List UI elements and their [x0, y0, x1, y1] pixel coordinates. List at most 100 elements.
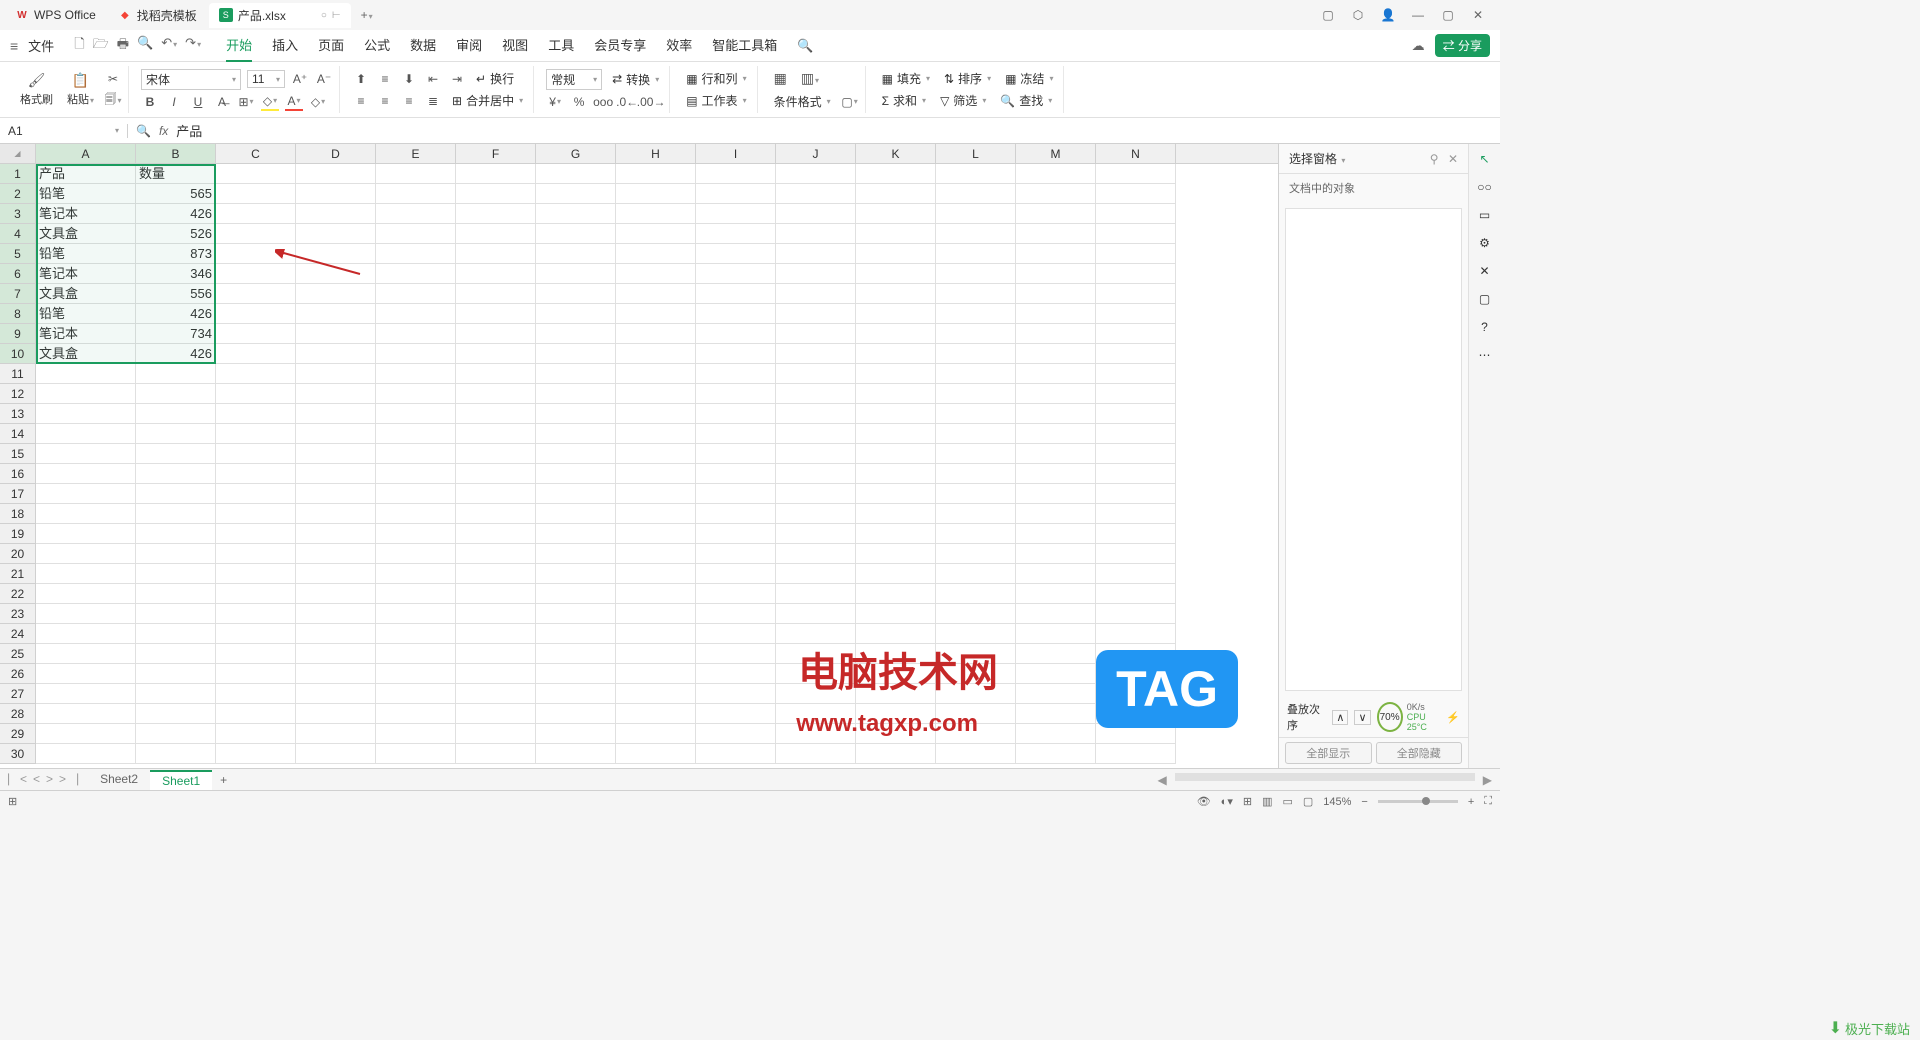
menu-tab-视图[interactable]: 视图 [502, 29, 528, 62]
cell[interactable] [936, 204, 1016, 224]
cell[interactable] [616, 544, 696, 564]
cell[interactable] [1016, 684, 1096, 704]
cell[interactable] [456, 324, 536, 344]
row-header[interactable]: 21 [0, 564, 36, 584]
cell[interactable] [36, 504, 136, 524]
cell[interactable] [296, 604, 376, 624]
cell[interactable] [536, 324, 616, 344]
cell[interactable] [1096, 744, 1176, 764]
cell[interactable]: 873 [136, 244, 216, 264]
cell[interactable] [376, 264, 456, 284]
cell[interactable] [376, 504, 456, 524]
cell[interactable] [856, 604, 936, 624]
cell[interactable] [616, 644, 696, 664]
sheet-tab-Sheet2[interactable]: Sheet2 [88, 770, 150, 790]
spreadsheet[interactable]: ◢ABCDEFGHIJKLMN1产品数量2铅笔5653笔记本4264文具盒526… [0, 144, 1278, 768]
cell[interactable] [616, 344, 696, 364]
cell[interactable] [456, 504, 536, 524]
cell[interactable] [936, 324, 1016, 344]
row-header[interactable]: 17 [0, 484, 36, 504]
clear-format-button[interactable]: ◇▾ [309, 93, 327, 111]
cell[interactable] [1096, 684, 1176, 704]
theme-icon[interactable]: ◐▾ [1221, 795, 1233, 808]
cell[interactable] [456, 484, 536, 504]
cell[interactable] [376, 324, 456, 344]
cell[interactable] [1016, 204, 1096, 224]
col-header-B[interactable]: B [136, 144, 216, 163]
cell[interactable] [856, 584, 936, 604]
cell[interactable] [136, 684, 216, 704]
cell[interactable] [216, 684, 296, 704]
cell[interactable] [36, 564, 136, 584]
cell[interactable] [216, 544, 296, 564]
link-icon[interactable]: ○○ [1477, 180, 1492, 194]
sheet-tab-Sheet1[interactable]: Sheet1 [150, 770, 212, 790]
menu-tab-工具[interactable]: 工具 [548, 29, 574, 62]
cell[interactable] [456, 644, 536, 664]
cell[interactable] [36, 604, 136, 624]
cell[interactable] [936, 724, 1016, 744]
last-sheet-icon[interactable]: >⎹ [59, 772, 78, 787]
cell[interactable] [936, 524, 1016, 544]
cell[interactable] [616, 284, 696, 304]
cell[interactable] [696, 164, 776, 184]
comma-icon[interactable]: ooo [594, 93, 612, 111]
cell[interactable] [936, 664, 1016, 684]
cell[interactable] [136, 464, 216, 484]
increase-decimal-icon[interactable]: .00→ [642, 93, 660, 111]
cell[interactable] [296, 224, 376, 244]
cell[interactable] [536, 364, 616, 384]
cell[interactable] [1016, 164, 1096, 184]
cell[interactable] [36, 584, 136, 604]
cell[interactable] [216, 584, 296, 604]
row-header[interactable]: 7 [0, 284, 36, 304]
cell[interactable] [296, 564, 376, 584]
cell[interactable] [36, 384, 136, 404]
cell[interactable] [296, 704, 376, 724]
cell[interactable] [1016, 304, 1096, 324]
cell[interactable] [616, 384, 696, 404]
cell[interactable] [376, 644, 456, 664]
cell[interactable]: 426 [136, 204, 216, 224]
cell[interactable] [1096, 504, 1176, 524]
cell[interactable] [456, 364, 536, 384]
cell[interactable] [216, 464, 296, 484]
cell[interactable] [776, 384, 856, 404]
cell[interactable] [696, 204, 776, 224]
cell[interactable] [376, 204, 456, 224]
cell[interactable] [136, 704, 216, 724]
cell[interactable] [616, 264, 696, 284]
percent-icon[interactable]: % [570, 93, 588, 111]
search-icon[interactable]: 🔍 [797, 38, 813, 54]
cell[interactable] [536, 724, 616, 744]
cell[interactable] [136, 624, 216, 644]
cell[interactable] [936, 444, 1016, 464]
move-down-icon[interactable]: ∨ [1354, 710, 1370, 725]
indent-left-icon[interactable]: ⇤ [424, 70, 442, 88]
cell[interactable] [1016, 504, 1096, 524]
cell[interactable] [1096, 264, 1176, 284]
row-header[interactable]: 24 [0, 624, 36, 644]
cell[interactable] [1096, 184, 1176, 204]
cell[interactable] [296, 384, 376, 404]
cut-icon[interactable]: ✂ [104, 70, 122, 88]
align-left-icon[interactable]: ≡ [352, 92, 370, 110]
decrease-decimal-icon[interactable]: .0← [618, 93, 636, 111]
cell[interactable] [616, 224, 696, 244]
cell[interactable] [136, 364, 216, 384]
cell[interactable] [856, 504, 936, 524]
italic-button[interactable]: I [165, 93, 183, 111]
cell[interactable] [536, 744, 616, 764]
row-header[interactable]: 11 [0, 364, 36, 384]
menu-tab-智能工具箱[interactable]: 智能工具箱 [712, 29, 777, 62]
cell[interactable] [1016, 364, 1096, 384]
cell[interactable] [696, 664, 776, 684]
cell[interactable] [1016, 324, 1096, 344]
zoom-slider[interactable] [1378, 800, 1458, 803]
row-header[interactable]: 5 [0, 244, 36, 264]
cell[interactable] [616, 524, 696, 544]
underline-button[interactable]: U [189, 93, 207, 111]
cell[interactable] [696, 364, 776, 384]
cell[interactable] [776, 744, 856, 764]
cell[interactable] [376, 744, 456, 764]
